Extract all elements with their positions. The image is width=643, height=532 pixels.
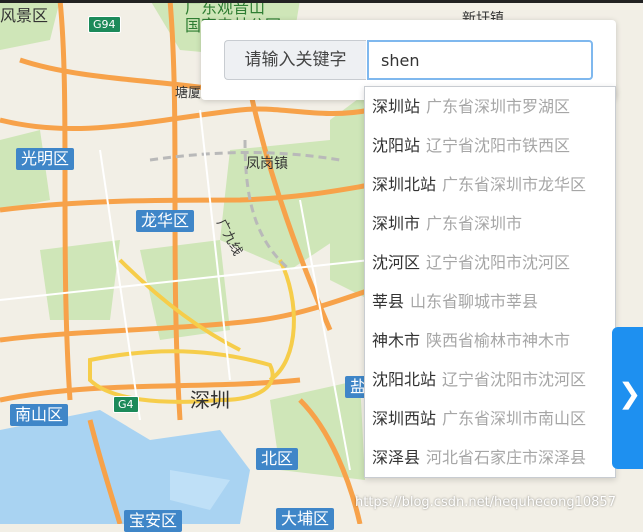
district-badge-beiqu: 北区 — [256, 448, 299, 470]
suggestion-item[interactable]: 深泽县 河北省石家庄市深泽县 — [365, 438, 615, 477]
side-panel-toggle-button[interactable]: ❯ — [612, 327, 643, 469]
suggestion-name: 沈阳站 — [372, 136, 421, 155]
district-badge-qianhai: 宝安区 — [124, 510, 183, 532]
district-badge-longhua: 龙华区 — [136, 210, 195, 232]
suggestion-name: 沈河区 — [372, 253, 421, 272]
district-badge-dapeng: 大埔区 — [276, 508, 335, 530]
highway-shield-g4: G4 — [113, 396, 139, 413]
suggestion-address: 河北省石家庄市深泽县 — [426, 448, 587, 467]
suggestion-item[interactable]: 莘县 山东省聊城市莘县 — [365, 282, 615, 321]
suggestion-address: 山东省聊城市莘县 — [410, 292, 539, 311]
suggestion-address: 广东省深圳市 — [426, 214, 523, 233]
suggestion-name: 深圳北站 — [372, 175, 437, 194]
suggestion-address: 广东省深圳市罗湖区 — [426, 97, 571, 116]
search-label: 请输入关键字 — [224, 40, 366, 80]
district-badge-nanshan: 南山区 — [10, 404, 69, 426]
suggestion-name: 深圳西站 — [372, 409, 437, 428]
suggestion-item[interactable]: 沈河区 辽宁省沈阳市沈河区 — [365, 243, 615, 282]
suggestion-name: 深圳市 — [372, 214, 421, 233]
map-label-tangxia: 塘厦 — [175, 86, 202, 101]
suggestion-name: 深泽县 — [372, 448, 421, 467]
search-input[interactable] — [367, 40, 593, 80]
suggestion-address: 辽宁省沈阳市沈河区 — [426, 253, 571, 272]
suggestion-item[interactable]: 深圳站 广东省深圳市罗湖区 — [365, 87, 615, 126]
top-strip — [0, 0, 643, 3]
suggestion-name: 神木市 — [372, 331, 421, 350]
suggestion-item[interactable]: 神木市 陕西省榆林市神木市 — [365, 321, 615, 360]
chevron-right-icon: ❯ — [618, 377, 642, 410]
suggestion-list: 深圳站 广东省深圳市罗湖区 沈阳站 辽宁省沈阳市铁西区 深圳北站 广东省深圳市龙华区 … — [364, 86, 616, 478]
suggestion-name: 莘县 — [372, 292, 405, 311]
suggestion-address: 辽宁省沈阳市铁西区 — [426, 136, 571, 155]
map-label-fenggang: 凤岗镇 — [246, 156, 288, 172]
suggestion-item[interactable]: 深圳北站 广东省深圳市龙华区 — [365, 165, 615, 204]
watermark-text: https://blog.csdn.net/hequhecong10857 — [355, 495, 616, 510]
suggestion-address: 陕西省榆林市神木市 — [426, 331, 571, 350]
suggestion-item[interactable]: 深圳西站 广东省深圳市南山区 — [365, 399, 615, 438]
suggestion-address: 广东省深圳市龙华区 — [442, 175, 587, 194]
suggestion-address: 辽宁省沈阳市沈河区 — [442, 370, 587, 389]
map-label-shenzhen: 深圳 — [190, 388, 230, 412]
suggestion-item[interactable]: 沈阳北站 辽宁省沈阳市沈河区 — [365, 360, 615, 399]
map-label-scenic: 风景区 — [0, 6, 49, 25]
district-badge-guangming: 光明区 — [16, 148, 75, 170]
suggestion-name: 深圳站 — [372, 97, 421, 116]
suggestion-item[interactable]: 深圳市 广东省深圳市 — [365, 204, 615, 243]
highway-shield-g94: G94 — [88, 16, 121, 33]
suggestion-item[interactable]: 沈阳站 辽宁省沈阳市铁西区 — [365, 126, 615, 165]
suggestion-name: 沈阳北站 — [372, 370, 437, 389]
suggestion-address: 广东省深圳市南山区 — [442, 409, 587, 428]
